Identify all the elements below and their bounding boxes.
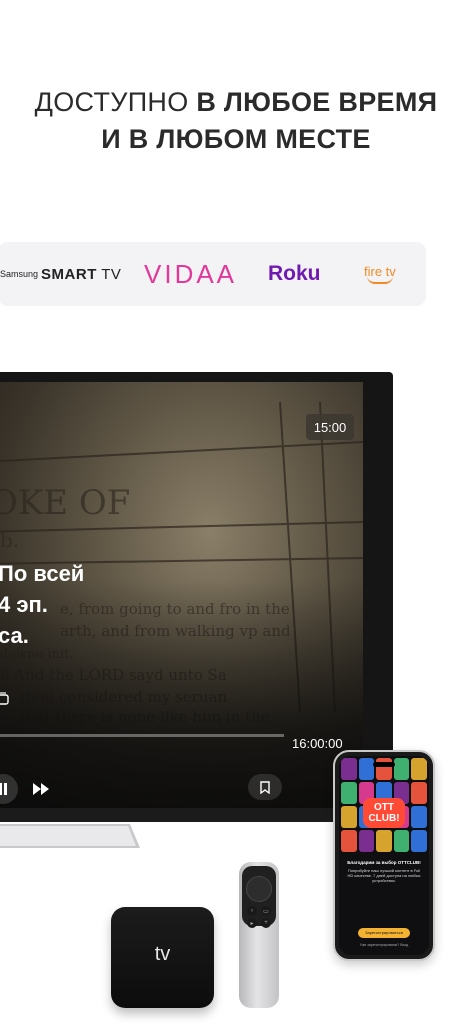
samsung-wordmark: Samsung: [0, 269, 39, 279]
content-tile: [341, 806, 357, 828]
pause-icon: [0, 783, 7, 795]
ott-badge-line-1: OTT: [374, 802, 394, 813]
program-title-line: По всей: [0, 561, 85, 586]
tv-button-icon: ▭: [261, 906, 271, 916]
phone-notch: [373, 762, 395, 767]
fire-tv-logo: fire tv: [364, 242, 396, 306]
tv-set: OKE OF b. e, from going to and fro in th…: [0, 372, 393, 818]
content-tile: [358, 830, 375, 852]
playback-progress-bar[interactable]: [0, 734, 284, 737]
episodes-icon-svg: [0, 692, 9, 705]
apple-tv-logo: tv: [111, 943, 214, 966]
bookmark-button[interactable]: [248, 774, 282, 800]
phone-screen: OTT CLUB! Благодарим за выбор OTTCLUB! П…: [339, 756, 429, 955]
smartphone: OTT CLUB! Благодарим за выбор OTTCLUB! П…: [333, 750, 435, 961]
program-title: По всей 4 эп. са.: [0, 558, 84, 651]
volume-up-button-icon: +: [261, 918, 271, 928]
episodes-icon[interactable]: [0, 690, 10, 706]
program-title-line: са.: [0, 623, 29, 648]
headline-line-1: ДОСТУПНО В ЛЮБОЕ ВРЕМЯ: [0, 84, 472, 121]
back-button-icon: ‹: [247, 906, 257, 916]
page-glyph: b.: [0, 528, 19, 552]
content-tile: [341, 830, 357, 852]
content-tile: [358, 758, 375, 780]
content-tile: [393, 758, 410, 780]
amazon-smile-icon: [366, 276, 393, 284]
page-heading-glyphs: OKE OF: [0, 483, 130, 523]
tv-text: TV: [96, 265, 122, 283]
platform-logos-bar: Samsung SMART TV VIDAA Roku fire tv: [0, 242, 426, 306]
welcome-title: Благодарим за выбор OTTCLUB!: [347, 860, 421, 865]
welcome-text: Благодарим за выбор OTTCLUB! Попробуйте …: [345, 860, 423, 883]
ott-badge-line-2: CLUB!: [368, 813, 400, 824]
content-tile: [341, 782, 357, 804]
headline-line-2: И В ЛЮБОМ МЕСТЕ: [101, 124, 371, 154]
content-tile: [411, 782, 427, 804]
login-link[interactable]: Уже зарегистрированы? Вход: [339, 943, 429, 947]
bookmark-icon: [260, 780, 270, 794]
vidaa-logo: VIDAA: [144, 258, 238, 289]
video-player[interactable]: OKE OF b. e, from going to and fro in th…: [0, 382, 363, 810]
content-tile: [341, 758, 357, 780]
smart-tv-wordmark: SMART TV: [41, 266, 121, 283]
siri-remote: ‹ ▭ ▸ +: [239, 862, 279, 1008]
register-button[interactable]: Зарегистрироваться: [358, 928, 410, 938]
ott-club-logo: OTT CLUB!: [363, 798, 405, 828]
headline-bold-text: В ЛЮБОЕ ВРЕМЯ: [196, 87, 438, 117]
welcome-body: Попробуйте наш лучший контент в Full HD …: [347, 868, 421, 883]
current-time-badge: 15:00: [306, 414, 354, 440]
end-time-label: 16:00:00: [292, 736, 343, 751]
content-tile: [393, 830, 410, 852]
roku-logo: Roku: [268, 262, 321, 285]
content-tile: [376, 830, 392, 852]
content-tile: [411, 758, 427, 780]
fast-forward-button[interactable]: [28, 776, 54, 802]
headline: ДОСТУПНО В ЛЮБОЕ ВРЕМЯ И В ЛЮБОМ МЕСТЕ: [0, 84, 472, 158]
play-pause-button-icon: ▸: [247, 918, 257, 928]
headline-light-text: ДОСТУПНО: [34, 87, 197, 117]
clickpad-ring: [246, 876, 272, 902]
content-tile: [411, 806, 427, 828]
samsung-smart-tv-logo: Samsung SMART TV: [0, 242, 121, 306]
program-title-line: 4 эп.: [0, 592, 48, 617]
apple-tv-label: tv: [154, 943, 171, 965]
tv-stand: [0, 824, 140, 848]
smart-text: SMART: [41, 265, 97, 283]
apple-tv-box: tv: [111, 907, 214, 1008]
remote-button-panel: ‹ ▭ ▸ +: [242, 866, 276, 928]
fast-forward-icon: [33, 783, 49, 795]
content-tile: [411, 830, 427, 852]
